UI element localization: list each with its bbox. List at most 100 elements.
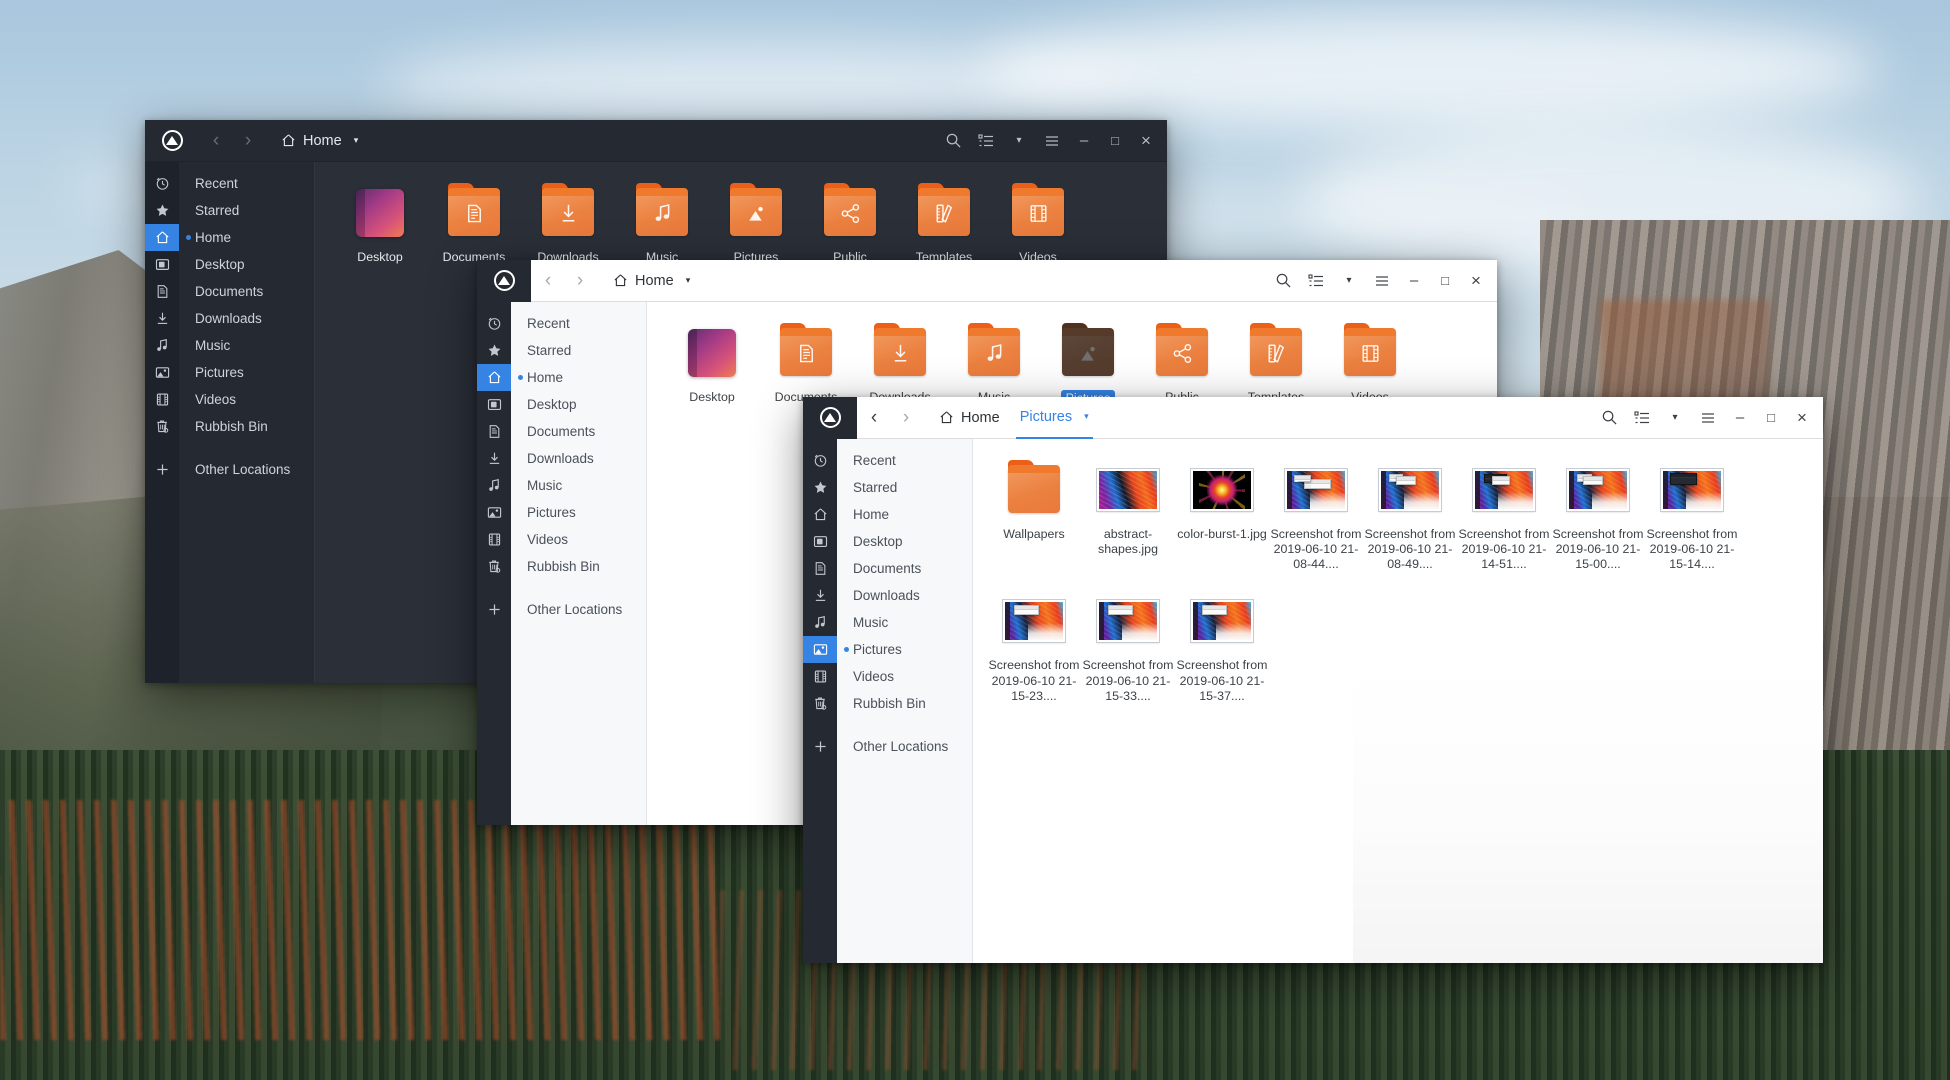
download-icon[interactable] — [145, 305, 179, 332]
breadcrumb-item-home[interactable]: Home — [935, 397, 1004, 439]
file-item[interactable]: Templates — [897, 178, 991, 265]
minimize-button[interactable]: – — [1069, 125, 1099, 157]
file-item[interactable]: Wallpapers — [987, 455, 1081, 572]
sidebar-item-other-locations[interactable]: Other Locations — [511, 596, 646, 623]
film-icon[interactable] — [477, 526, 511, 553]
file-item[interactable]: Downloads — [853, 318, 947, 407]
sidebar-item-recent[interactable]: Recent — [179, 170, 314, 197]
file-item[interactable]: Screenshot from 2019-06-10 21-15-00.... — [1551, 455, 1645, 572]
film-icon[interactable] — [803, 663, 837, 690]
sidebar-item-recent[interactable]: Recent — [837, 447, 972, 474]
home-icon[interactable] — [477, 364, 511, 391]
star-icon[interactable] — [145, 197, 179, 224]
file-manager-window-3[interactable]: ‹ › Home Pictures ▾ ▾ – □ × Recent Starr… — [803, 397, 1823, 963]
sidebar-item-documents[interactable]: Documents — [837, 555, 972, 582]
file-item[interactable]: Screenshot from 2019-06-10 21-15-33.... — [1081, 586, 1175, 703]
document-icon[interactable] — [477, 418, 511, 445]
sidebar-item-documents[interactable]: Documents — [179, 278, 314, 305]
file-item[interactable]: Screenshot from 2019-06-10 21-15-14.... — [1645, 455, 1739, 572]
chevron-right-icon[interactable]: › — [891, 403, 921, 433]
clock-icon[interactable] — [145, 170, 179, 197]
download-icon[interactable] — [477, 445, 511, 472]
file-item[interactable]: Music — [615, 178, 709, 265]
list-view-icon[interactable] — [970, 125, 1002, 157]
sidebar-item-videos[interactable]: Videos — [179, 386, 314, 413]
document-icon[interactable] — [803, 555, 837, 582]
hamburger-menu-icon[interactable] — [1036, 125, 1068, 157]
sidebar-item-other-locations[interactable]: Other Locations — [179, 456, 314, 483]
chevron-down-icon[interactable]: ▾ — [686, 275, 691, 286]
desktop-icon[interactable] — [803, 528, 837, 555]
chevron-down-icon[interactable]: ▾ — [354, 135, 359, 146]
file-item[interactable]: abstract-shapes.jpg — [1081, 455, 1175, 572]
file-item[interactable]: Documents — [759, 318, 853, 407]
sidebar-item-music[interactable]: Music — [179, 332, 314, 359]
file-item[interactable]: Screenshot from 2019-06-10 21-15-23.... — [987, 586, 1081, 703]
file-item[interactable]: Screenshot from 2019-06-10 21-14-51.... — [1457, 455, 1551, 572]
window3-file-grid[interactable]: Wallpapers abstract-shapes.jpg color-burst… — [973, 439, 1823, 963]
download-icon[interactable] — [803, 582, 837, 609]
sidebar-item-home[interactable]: Home — [511, 364, 646, 391]
trash-icon[interactable] — [477, 553, 511, 580]
sidebar-item-music[interactable]: Music — [511, 472, 646, 499]
minimize-button[interactable]: – — [1399, 265, 1429, 297]
file-item[interactable]: Music — [947, 318, 1041, 407]
file-item[interactable]: Screenshot from 2019-06-10 21-08-49.... — [1363, 455, 1457, 572]
sidebar-item-other-locations[interactable]: Other Locations — [837, 733, 972, 760]
home-icon[interactable] — [803, 501, 837, 528]
sidebar-item-documents[interactable]: Documents — [511, 418, 646, 445]
sidebar-item-rubbish-bin[interactable]: Rubbish Bin — [179, 413, 314, 440]
sidebar-item-videos[interactable]: Videos — [511, 526, 646, 553]
maximize-button[interactable]: □ — [1430, 265, 1460, 297]
music-note-icon[interactable] — [803, 609, 837, 636]
file-item[interactable]: Downloads — [521, 178, 615, 265]
file-item[interactable]: Videos — [991, 178, 1085, 265]
picture-icon[interactable] — [145, 359, 179, 386]
file-item[interactable]: Public — [803, 178, 897, 265]
picture-icon[interactable] — [803, 636, 837, 663]
sidebar-item-starred[interactable]: Starred — [179, 197, 314, 224]
file-item[interactable]: color-burst-1.jpg — [1175, 455, 1269, 572]
breadcrumb-item-home[interactable]: Home ▾ — [277, 120, 362, 162]
music-note-icon[interactable] — [145, 332, 179, 359]
search-icon[interactable] — [937, 125, 969, 157]
file-item[interactable]: Desktop — [333, 178, 427, 265]
close-button[interactable]: × — [1131, 125, 1161, 157]
home-icon[interactable] — [145, 224, 179, 251]
plus-icon[interactable] — [803, 733, 837, 760]
sidebar-item-home[interactable]: Home — [837, 501, 972, 528]
chevron-left-icon[interactable]: ‹ — [201, 126, 231, 156]
clock-icon[interactable] — [803, 447, 837, 474]
window3-titlebar[interactable]: ‹ › Home Pictures ▾ ▾ – □ × — [803, 397, 1823, 439]
picture-icon[interactable] — [477, 499, 511, 526]
sidebar-item-rubbish-bin[interactable]: Rubbish Bin — [511, 553, 646, 580]
file-item[interactable]: Public — [1135, 318, 1229, 407]
list-view-icon[interactable] — [1626, 402, 1658, 434]
music-note-icon[interactable] — [477, 472, 511, 499]
view-options-chevron-down-icon[interactable]: ▾ — [1659, 402, 1691, 434]
sidebar-item-pictures[interactable]: Pictures — [511, 499, 646, 526]
sidebar-item-home[interactable]: Home — [179, 224, 314, 251]
file-item[interactable]: Videos — [1323, 318, 1417, 407]
document-icon[interactable] — [145, 278, 179, 305]
hamburger-menu-icon[interactable] — [1692, 402, 1724, 434]
sidebar-item-rubbish-bin[interactable]: Rubbish Bin — [837, 690, 972, 717]
sidebar-item-downloads[interactable]: Downloads — [511, 445, 646, 472]
sidebar-item-desktop[interactable]: Desktop — [837, 528, 972, 555]
star-icon[interactable] — [477, 337, 511, 364]
file-item[interactable]: Desktop — [665, 318, 759, 407]
clock-icon[interactable] — [477, 310, 511, 337]
close-button[interactable]: × — [1461, 265, 1491, 297]
file-item[interactable]: Screenshot from 2019-06-10 21-08-44.... — [1269, 455, 1363, 572]
sidebar-item-downloads[interactable]: Downloads — [179, 305, 314, 332]
sidebar-item-music[interactable]: Music — [837, 609, 972, 636]
view-options-chevron-down-icon[interactable]: ▾ — [1003, 125, 1035, 157]
chevron-right-icon[interactable]: › — [233, 126, 263, 156]
sidebar-item-recent[interactable]: Recent — [511, 310, 646, 337]
minimize-button[interactable]: – — [1725, 402, 1755, 434]
sidebar-item-videos[interactable]: Videos — [837, 663, 972, 690]
list-view-icon[interactable] — [1300, 265, 1332, 297]
sidebar-item-starred[interactable]: Starred — [511, 337, 646, 364]
plus-icon[interactable] — [145, 456, 179, 483]
desktop-icon[interactable] — [145, 251, 179, 278]
